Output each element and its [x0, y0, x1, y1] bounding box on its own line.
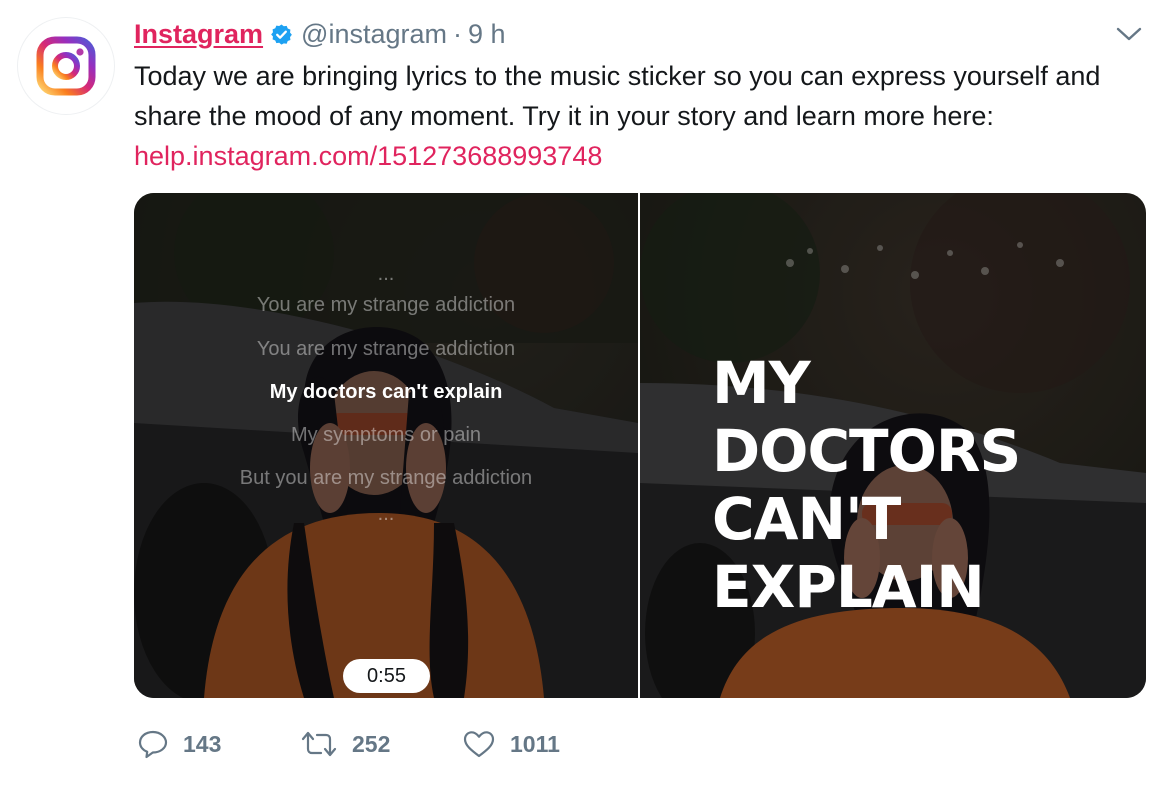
lyric-line: ... [377, 263, 395, 285]
verified-badge-icon [270, 23, 293, 46]
video-duration-badge: 0:55 [343, 659, 430, 693]
retweet-button[interactable]: 252 [300, 729, 462, 759]
tweet-card: Instagram @instagram · 9 h Today we are … [0, 0, 1160, 790]
reply-count: 143 [183, 730, 222, 757]
chevron-down-icon[interactable] [1116, 26, 1142, 47]
retweet-count: 252 [352, 730, 391, 757]
account-name[interactable]: Instagram [134, 19, 263, 50]
media-video-right[interactable]: MY DOCTORS CAN'T EXPLAIN [640, 193, 1146, 698]
tweet-text: Today we are bringing lyrics to the musi… [134, 56, 1149, 176]
media-video-left[interactable]: ... You are my strange addiction You are… [134, 193, 638, 698]
instagram-logo-icon [36, 36, 96, 96]
account-handle[interactable]: @instagram [301, 19, 447, 50]
lyric-line: ... [377, 503, 395, 525]
big-lyric-text: MY DOCTORS CAN'T EXPLAIN [712, 349, 1021, 621]
retweet-icon [301, 731, 337, 757]
tweet-body: Today we are bringing lyrics to the musi… [134, 61, 1101, 131]
lyric-line: You are my strange addiction [256, 294, 516, 316]
heart-icon [463, 731, 495, 758]
tweet-link[interactable]: help.instagram.com/151273688993748 [134, 136, 1149, 176]
lyric-line: My symptoms or pain [290, 424, 482, 446]
tweet-actions: 143 252 1011 [137, 726, 602, 762]
lyric-line-active: My doctors can't explain [269, 381, 503, 403]
like-count: 1011 [510, 730, 560, 757]
lyric-line: But you are my strange addiction [239, 467, 533, 489]
avatar[interactable] [18, 18, 114, 114]
reply-icon [138, 730, 168, 759]
tweet-timestamp[interactable]: 9 h [468, 19, 506, 50]
lyric-line: You are my strange addiction [256, 338, 516, 360]
tweet-header: Instagram @instagram · 9 h [134, 16, 506, 52]
like-button[interactable]: 1011 [462, 729, 602, 759]
separator-dot: · [453, 18, 463, 49]
reply-button[interactable]: 143 [137, 729, 300, 759]
tweet-media: ... You are my strange addiction You are… [134, 193, 1146, 698]
